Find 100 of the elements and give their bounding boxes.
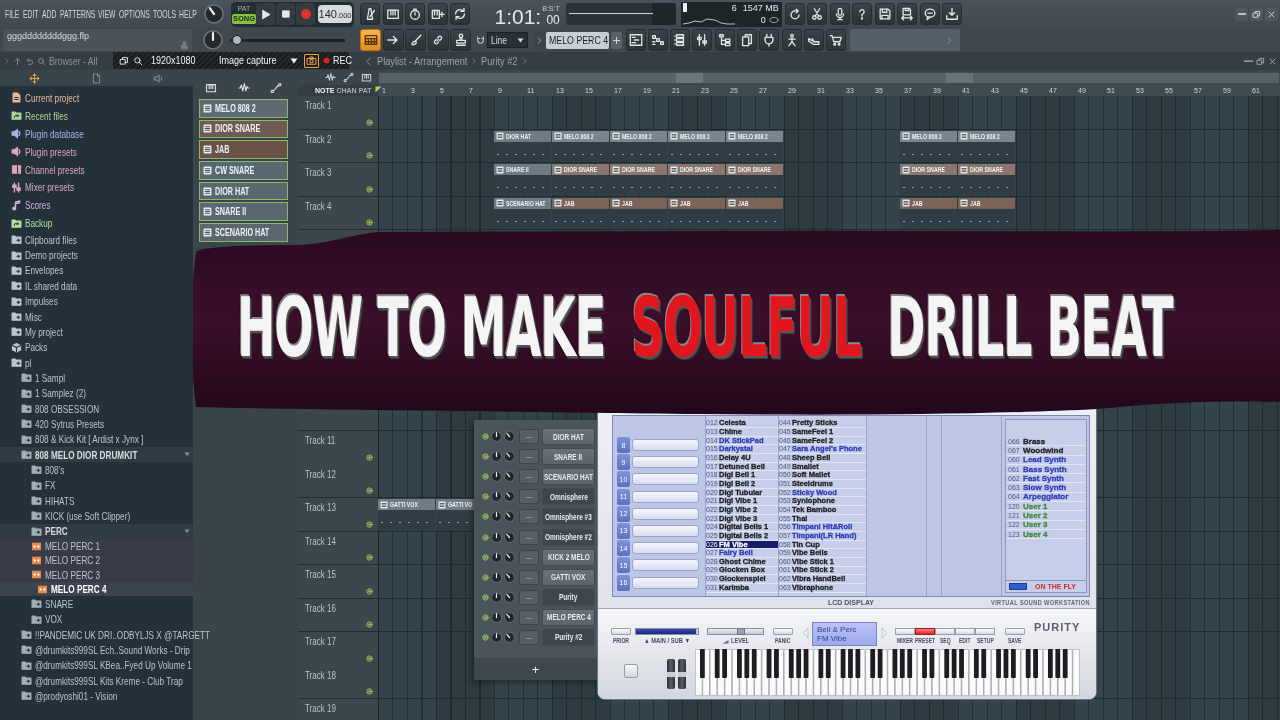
stopwatch-button[interactable]	[405, 3, 425, 25]
pan-knob[interactable]	[491, 511, 502, 523]
on-the-fly-toggle[interactable]	[1009, 583, 1027, 590]
master-volume-knob[interactable]	[204, 4, 224, 24]
level-slider[interactable]	[707, 628, 764, 635]
waveform-icon[interactable]	[237, 81, 250, 94]
browser-item[interactable]: VOX	[0, 611, 193, 627]
browser-item[interactable]: Scores	[0, 196, 193, 215]
browser-item[interactable]: Backup	[0, 214, 193, 233]
slider-thumb[interactable]	[232, 35, 243, 45]
browser-item[interactable]: Recent files	[0, 106, 193, 125]
track-header[interactable]: Track 4	[298, 196, 378, 230]
browser-item[interactable]: @drumkits999SL Ech..Sound Works - Drip	[0, 642, 193, 658]
grid-button[interactable]	[360, 29, 381, 51]
browser-item[interactable]: 808 & Kick Kit [ Ardist x Jynx ]	[0, 431, 193, 447]
document-icon[interactable]	[91, 72, 102, 84]
add-pattern-button[interactable]	[610, 31, 622, 49]
volume-knob[interactable]	[504, 451, 515, 463]
minimize-button[interactable]	[1235, 7, 1248, 21]
track-header[interactable]: Track 2	[298, 129, 378, 163]
caret-icon[interactable]	[364, 56, 373, 66]
plug-button[interactable]	[759, 29, 780, 51]
piano-keys-button[interactable]	[382, 3, 403, 25]
browser-item[interactable]: 1 Samplez (2)	[0, 385, 193, 401]
floppy-disk-button[interactable]	[874, 3, 895, 25]
chain-link-button[interactable]	[427, 29, 449, 51]
part-field[interactable]	[632, 490, 699, 503]
download-button[interactable]	[942, 3, 963, 25]
browser-item[interactable]: My project	[0, 324, 193, 340]
browser-item[interactable]: Demo projects	[0, 247, 193, 263]
track-header[interactable]: Track 18	[298, 665, 378, 699]
browser-item[interactable]: PERC	[0, 523, 193, 539]
track-header[interactable]: Track 11	[298, 431, 378, 465]
part-field[interactable]	[632, 559, 699, 572]
channel-button[interactable]: Purity	[542, 588, 595, 606]
channel-button[interactable]: Omnisphere	[542, 488, 595, 506]
browser-item[interactable]: Clipboard files	[0, 232, 193, 248]
pan-knob[interactable]	[491, 551, 502, 563]
curve-icon[interactable]	[343, 72, 354, 83]
channel-button[interactable]: Omnisphere #2	[542, 528, 595, 546]
right-arrow-button[interactable]	[382, 29, 404, 51]
browser-item[interactable]: !!PANDEMIC UK DRI..ODBYLJS X @TARGETT	[0, 626, 211, 643]
volume-knob[interactable]	[504, 591, 515, 603]
pan-knob[interactable]	[491, 591, 502, 603]
keys-plus-button[interactable]	[427, 3, 448, 25]
menu-item[interactable]: OPTIONS	[119, 4, 150, 24]
browser-item[interactable]: @drumkits999SL Kits Kreme - Club Trap	[0, 672, 193, 689]
floppy-arrows-button[interactable]	[897, 3, 918, 25]
pattern-selector[interactable]: MELO PERC 4	[545, 31, 609, 49]
part-field[interactable]	[632, 507, 699, 520]
menu-item[interactable]: VIEW	[98, 4, 116, 24]
pattern-menu-button[interactable]	[534, 31, 544, 49]
pattern-item[interactable]: CW SNARE	[199, 161, 288, 180]
browser-item[interactable]: Mixer presets	[0, 178, 193, 197]
slider-thumb[interactable]	[737, 628, 746, 635]
browser-item[interactable]: Impulses	[0, 293, 193, 309]
browser-item[interactable]: 808's	[0, 462, 193, 478]
track-header[interactable]: Track 17	[298, 632, 378, 666]
screenshot-button[interactable]	[303, 53, 319, 68]
track-header[interactable]: Track 13	[298, 498, 378, 532]
browser-item[interactable]: @drumkits999SL KBea..Fyed Up Volume 1	[0, 657, 193, 673]
menu-item[interactable]: EDIT	[22, 4, 39, 24]
prior-button[interactable]	[611, 628, 631, 635]
pan-knob[interactable]	[491, 451, 502, 463]
channel-button[interactable]: GATTI VOX	[542, 568, 595, 586]
browser-item[interactable]: Misc	[0, 308, 193, 325]
stop-button[interactable]	[276, 3, 295, 25]
menu-item[interactable]: PATTERNS	[59, 4, 95, 24]
part-field[interactable]	[632, 576, 699, 589]
browser-item[interactable]: MELO PERC 2	[0, 553, 193, 568]
minimize-icon[interactable]	[1244, 59, 1253, 63]
volume-knob[interactable]	[504, 531, 515, 543]
help-button[interactable]	[852, 3, 873, 25]
track-header[interactable]: Track 16	[298, 598, 378, 632]
pan-knob[interactable]	[491, 531, 502, 543]
piano-keys-icon[interactable]	[205, 81, 217, 94]
track-header[interactable]: Track 19	[298, 699, 378, 720]
part-field[interactable]	[632, 456, 699, 469]
magnet-icon[interactable]	[474, 34, 486, 46]
browser-item[interactable]: Packs	[0, 339, 193, 355]
browser-item[interactable]: 420 Sytrus Presets	[0, 416, 193, 432]
volume-knob[interactable]	[504, 571, 515, 583]
volume-knob[interactable]	[504, 511, 515, 523]
track-header[interactable]: Track 14	[298, 531, 378, 565]
documents-button[interactable]	[737, 29, 757, 51]
move-arrows-icon[interactable]	[29, 72, 40, 84]
mode-button[interactable]	[975, 628, 995, 635]
pitch-wheel[interactable]	[667, 659, 675, 689]
curve-icon[interactable]	[270, 81, 282, 94]
brush-button[interactable]	[405, 29, 426, 51]
track-header[interactable]: Track 1	[298, 96, 378, 130]
browser-item[interactable]: Plugin database	[0, 124, 193, 143]
close-button[interactable]	[1265, 7, 1278, 21]
channel-button[interactable]: SNARE II	[542, 448, 595, 466]
pattern-item[interactable]: DIOR SNARE	[199, 119, 288, 139]
pan-knob[interactable]	[491, 571, 502, 583]
waveform-icon[interactable]	[325, 72, 336, 83]
menu-item[interactable]: HELP	[179, 4, 197, 24]
mixer-sliders-button[interactable]	[692, 29, 713, 51]
channel-button[interactable]: MELO PERC 4	[542, 608, 595, 626]
